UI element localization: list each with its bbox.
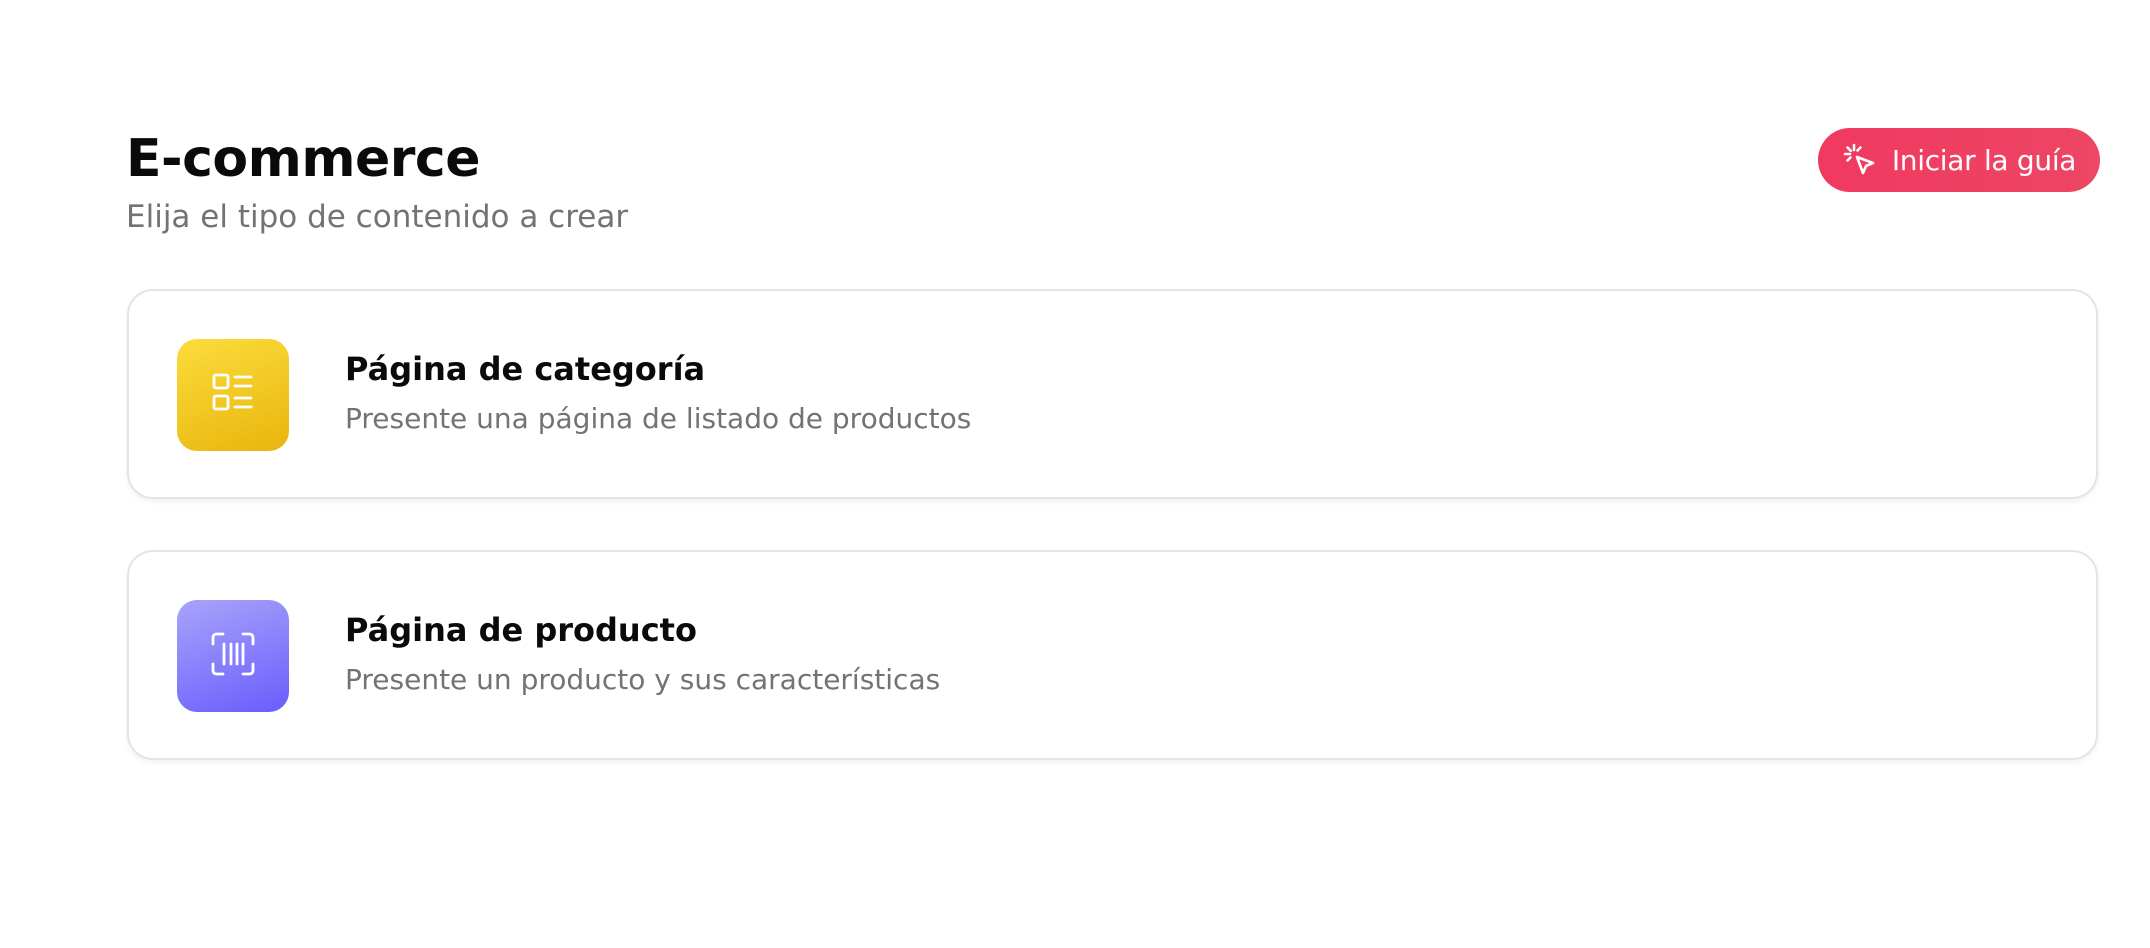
option-card-category-page[interactable]: Página de categoría Presente una página … <box>127 289 2098 499</box>
start-guide-button[interactable]: Iniciar la guía <box>1818 128 2100 192</box>
option-description: Presente una página de listado de produc… <box>345 402 972 435</box>
option-description: Presente un producto y sus característic… <box>345 663 941 696</box>
content-type-page: E-commerce Elija el tipo de contenido a … <box>0 0 2150 948</box>
page-title: E-commerce <box>126 129 481 189</box>
product-tile <box>177 600 289 712</box>
category-tile <box>177 339 289 451</box>
barcode-scan-icon <box>209 630 257 682</box>
page-subtitle: Elija el tipo de contenido a crear <box>126 199 629 235</box>
start-guide-label: Iniciar la guía <box>1891 143 2077 177</box>
page-header: E-commerce Elija el tipo de contenido a … <box>126 126 2100 246</box>
cursor-click-icon <box>1842 142 1878 178</box>
option-card-product-page[interactable]: Página de producto Presente un producto … <box>127 550 2098 760</box>
list-layout-icon <box>211 371 255 419</box>
option-title: Página de categoría <box>345 350 706 388</box>
option-title: Página de producto <box>345 611 697 649</box>
